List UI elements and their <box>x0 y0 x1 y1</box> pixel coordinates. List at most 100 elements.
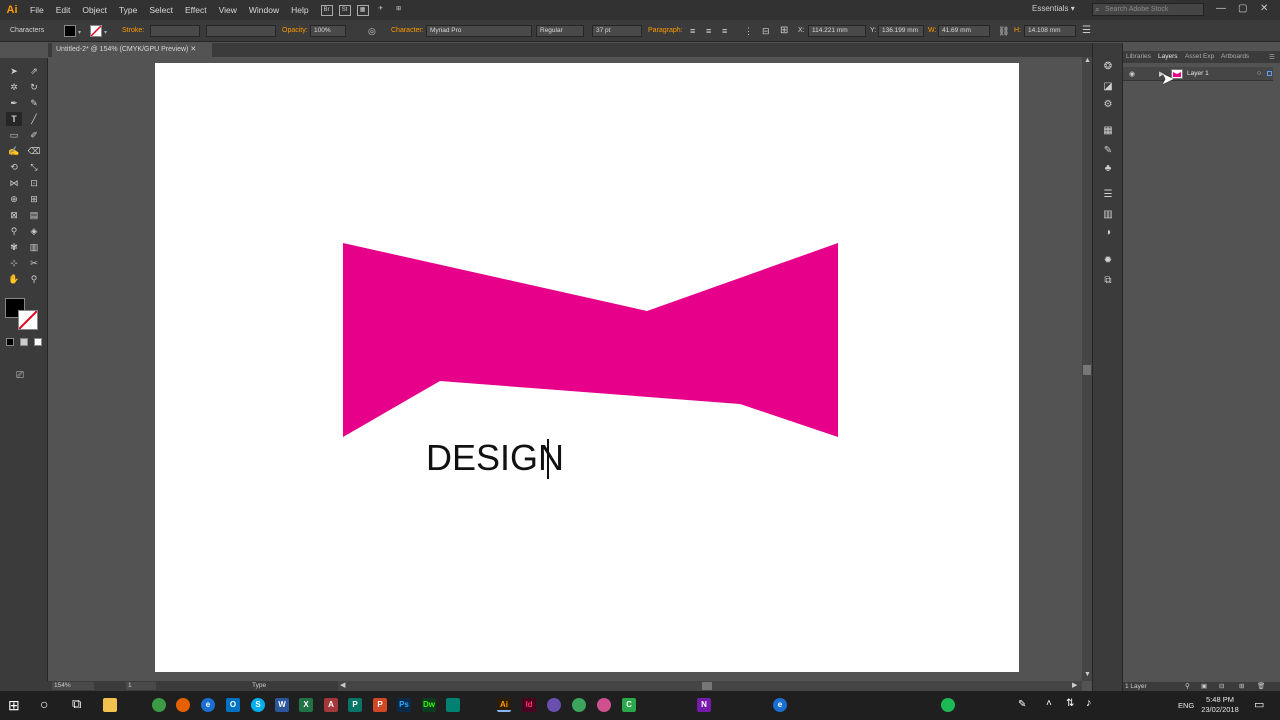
chevron-down-icon[interactable]: ▾ <box>78 29 81 36</box>
word-icon[interactable]: W <box>275 698 289 712</box>
menu-edit[interactable]: Edit <box>50 5 77 15</box>
link-icon[interactable]: ⛓ <box>998 26 1009 37</box>
artboard-tool-icon[interactable]: ⊹ <box>6 256 22 270</box>
color-guide-icon[interactable]: ◪ <box>1101 81 1115 93</box>
fill-swatch[interactable] <box>64 25 76 37</box>
drawing-mode-icon[interactable]: ⎚ <box>16 370 24 381</box>
chevron-down-icon[interactable]: ▾ <box>104 29 107 36</box>
pen-tool-icon[interactable]: ✒ <box>6 96 22 110</box>
font-size-field[interactable]: 37 pt <box>592 25 642 37</box>
character-label[interactable]: Character: <box>391 27 424 34</box>
artboard-nav[interactable]: 1 <box>126 682 156 690</box>
make-clipping-mask-icon[interactable]: ▣ <box>1201 682 1207 690</box>
firefox-icon[interactable] <box>176 698 190 712</box>
scroll-left-icon[interactable]: ◀ <box>340 681 345 689</box>
sway-icon[interactable] <box>446 698 460 712</box>
align-left-icon[interactable]: ≡ <box>690 26 695 36</box>
bridge-button[interactable]: Br <box>320 4 333 16</box>
scroll-up-icon[interactable]: ▲ <box>1084 57 1091 64</box>
lasso-tool-icon[interactable]: ↻ <box>26 80 42 94</box>
w-label[interactable]: W: <box>928 27 936 34</box>
opacity-label[interactable]: Opacity: <box>282 27 308 34</box>
column-graph-tool-icon[interactable]: ▥ <box>26 240 42 254</box>
excel-icon[interactable]: X <box>299 698 313 712</box>
edge-icon[interactable]: e <box>201 698 215 712</box>
rotate-tool-icon[interactable]: ⟲ <box>6 160 22 174</box>
appearance-icon[interactable]: ⚙ <box>1101 99 1115 111</box>
design-text[interactable]: DESIGN <box>426 437 564 479</box>
align-right-icon[interactable]: ≡ <box>722 26 727 36</box>
shaper-tool-icon[interactable]: ✍ <box>6 144 22 158</box>
new-layer-icon[interactable]: ⊞ <box>1239 682 1244 690</box>
dreamweaver-icon[interactable]: Dw <box>422 698 436 712</box>
panel-menu-icon[interactable]: ☰ <box>1082 25 1091 36</box>
scroll-thumb[interactable] <box>702 682 712 690</box>
app-icon-generic[interactable] <box>572 698 586 712</box>
chevron-up-icon[interactable]: ˄ <box>1046 698 1052 709</box>
arrange-documents-icon[interactable]: ▦ <box>356 4 369 16</box>
eyedropper-tool-icon[interactable]: ⚲ <box>6 224 22 238</box>
onenote-icon[interactable]: N <box>697 698 711 712</box>
slice-tool-icon[interactable]: ✂ <box>26 256 42 270</box>
curvature-tool-icon[interactable]: ✎ <box>26 96 42 110</box>
y-field[interactable]: 136.199 mm <box>878 25 924 37</box>
gradient-panel-icon[interactable]: ▥ <box>1101 209 1115 221</box>
horizontal-scrollbar[interactable]: ◀ ▶ <box>338 681 1082 691</box>
visibility-eye-icon[interactable]: ◉ <box>1129 70 1135 78</box>
edge-icon[interactable]: e <box>773 698 787 712</box>
cortana-search-icon[interactable]: ○ <box>40 696 48 712</box>
none-mode-icon[interactable] <box>34 338 42 346</box>
illustrator-icon[interactable]: Ai <box>497 698 511 712</box>
selection-indicator[interactable] <box>1267 71 1272 76</box>
outlook-icon[interactable]: O <box>226 698 240 712</box>
indesign-icon[interactable]: Id <box>522 698 536 712</box>
spotify-icon[interactable] <box>941 698 955 712</box>
sync-icon[interactable]: ⊞ <box>393 5 405 16</box>
pathfinder-icon[interactable]: ⧉ <box>1101 275 1115 287</box>
direct-selection-tool-icon[interactable]: ⇗ <box>26 64 42 78</box>
volume-icon[interactable]: ♪ <box>1086 697 1092 709</box>
color-panel-icon[interactable]: ❂ <box>1101 61 1115 73</box>
menu-select[interactable]: Select <box>143 5 179 15</box>
stroke-panel-icon[interactable]: ☰ <box>1101 189 1115 201</box>
transparency-icon[interactable]: ◑ <box>1101 227 1115 239</box>
free-transform-tool-icon[interactable]: ⊡ <box>26 176 42 190</box>
rectangle-tool-icon[interactable]: ▭ <box>6 128 22 142</box>
layer-name[interactable]: Layer 1 <box>1187 70 1209 77</box>
h-label[interactable]: H: <box>1014 27 1021 34</box>
align-panel-icon[interactable]: ✹ <box>1101 255 1115 267</box>
mesh-tool-icon[interactable]: ⊠ <box>6 208 22 222</box>
close-button[interactable]: ✕ <box>1260 3 1268 14</box>
target-circle-icon[interactable]: ○ <box>1257 70 1261 77</box>
language-indicator[interactable]: ENG <box>1178 701 1194 710</box>
scroll-down-icon[interactable]: ▼ <box>1084 671 1091 678</box>
perspective-grid-tool-icon[interactable]: ⊞ <box>26 192 42 206</box>
tab-libraries[interactable]: Libraries <box>1126 53 1151 60</box>
scroll-thumb[interactable] <box>1083 365 1091 375</box>
selection-tool-icon[interactable]: ➤ <box>6 64 22 78</box>
bowtie-shape[interactable] <box>155 63 1019 672</box>
publisher-icon[interactable]: P <box>348 698 362 712</box>
new-sublayer-icon[interactable]: ⊟ <box>1219 682 1224 690</box>
x-field[interactable]: 114.221 mm <box>808 25 866 37</box>
magic-wand-tool-icon[interactable]: ✲ <box>6 80 22 94</box>
symbols-icon[interactable]: ♣ <box>1101 163 1115 175</box>
align-objects-icon[interactable]: ⊟ <box>762 26 770 37</box>
opacity-field[interactable]: 100% <box>310 25 346 37</box>
photoshop-icon[interactable]: Ps <box>397 698 411 712</box>
blend-tool-icon[interactable]: ◈ <box>26 224 42 238</box>
minimize-button[interactable]: — <box>1216 3 1226 14</box>
width-tool-icon[interactable]: ⋈ <box>6 176 22 190</box>
hand-tool-icon[interactable]: ✋ <box>6 272 22 286</box>
document-tab[interactable]: Untitled-2* @ 154% (CMYK/GPU Preview) ✕ <box>52 43 212 57</box>
menu-effect[interactable]: Effect <box>179 5 213 15</box>
reference-point-icon[interactable]: ⊞ <box>780 25 788 36</box>
align-center-icon[interactable]: ≡ <box>706 26 711 36</box>
close-icon[interactable]: ✕ <box>190 46 196 53</box>
workspace-switcher[interactable]: Essentials ▾ <box>1032 4 1075 13</box>
task-view-icon[interactable]: ⧉ <box>72 696 81 712</box>
network-icon[interactable]: ⇅ <box>1066 698 1074 709</box>
font-family-field[interactable]: Myriad Pro <box>426 25 532 37</box>
menu-window[interactable]: Window <box>243 5 285 15</box>
tab-layers[interactable]: Layers <box>1158 53 1178 60</box>
